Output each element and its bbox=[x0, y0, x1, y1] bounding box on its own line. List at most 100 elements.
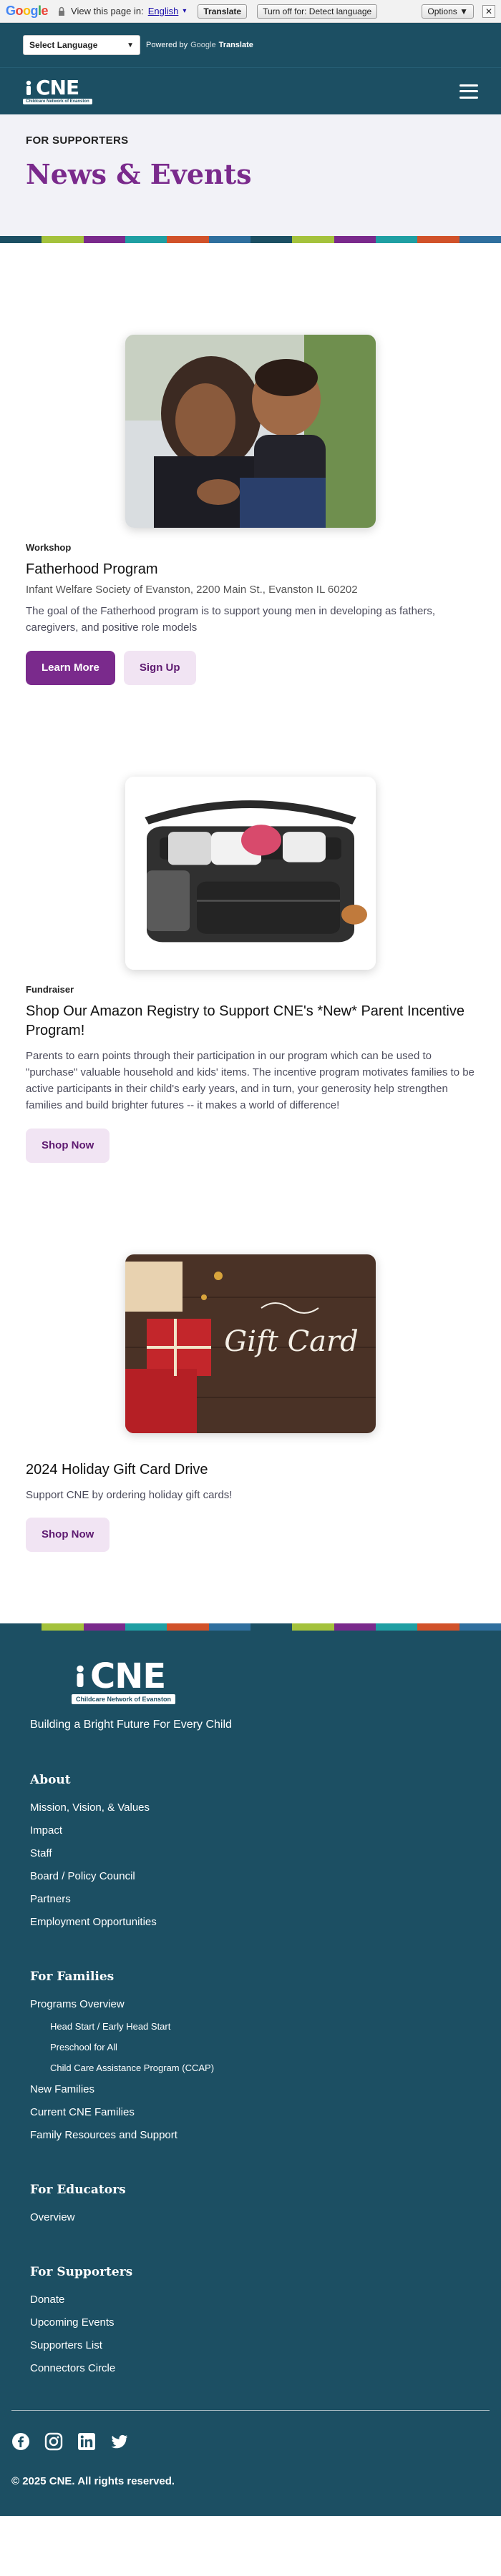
language-select-value: Select Language bbox=[29, 40, 98, 50]
stripe-segment bbox=[0, 236, 42, 243]
footer-sublink[interactable]: Preschool for All bbox=[50, 2042, 471, 2053]
footer-link[interactable]: Partners bbox=[30, 1893, 471, 1905]
lock-icon bbox=[59, 6, 65, 16]
stripe-segment bbox=[208, 1623, 250, 1631]
logo-text: CNE bbox=[36, 76, 79, 99]
footer-link[interactable]: Family Resources and Support bbox=[30, 2129, 471, 2141]
stripe-segment bbox=[375, 236, 418, 243]
stripe-segment bbox=[375, 1623, 418, 1631]
stripe-segment bbox=[292, 1623, 334, 1631]
site-footer: CNE Childcare Network of Evanston Buildi… bbox=[0, 1623, 501, 2516]
logo-subtitle: Childcare Network of Evanston bbox=[23, 99, 92, 104]
footer-logo[interactable]: CNE Childcare Network of Evanston bbox=[30, 1631, 471, 1704]
google-logo: Google bbox=[6, 4, 49, 18]
event-image-stroller-organizer bbox=[125, 776, 376, 970]
shop-now-button[interactable]: Shop Now bbox=[26, 1128, 110, 1163]
stripe-segment bbox=[459, 1623, 501, 1631]
chevron-down-icon: ▼ bbox=[127, 41, 134, 49]
stripe-segment bbox=[167, 1623, 209, 1631]
footer-link[interactable]: Mission, Vision, & Values bbox=[30, 1801, 471, 1814]
google-wordmark: Google bbox=[190, 41, 216, 49]
footer-sublink[interactable]: Child Care Assistance Program (CCAP) bbox=[50, 2063, 471, 2073]
event-card: Fundraiser Shop Our Amazon Registry to S… bbox=[26, 685, 475, 1163]
footer-link[interactable]: Programs Overview bbox=[30, 1998, 471, 2010]
child-figure-icon bbox=[77, 1665, 84, 1687]
footer-supporters: For Supporters Donate Upcoming Events Su… bbox=[30, 2265, 471, 2374]
stripe-segment bbox=[417, 236, 459, 243]
footer-link[interactable]: Connectors Circle bbox=[30, 2362, 471, 2374]
stripe-segment bbox=[334, 236, 376, 243]
stripe-segment bbox=[42, 236, 84, 243]
stripe-segment bbox=[334, 1623, 376, 1631]
learn-more-button[interactable]: Learn More bbox=[26, 650, 115, 685]
site-header: CNE Childcare Network of Evanston bbox=[0, 67, 501, 114]
shop-now-button[interactable]: Shop Now bbox=[26, 1517, 110, 1552]
turn-off-button[interactable]: Turn off for: Detect language bbox=[257, 4, 378, 19]
sign-up-button[interactable]: Sign Up bbox=[123, 650, 196, 685]
gift-card-text: Gift Card bbox=[224, 1325, 359, 1358]
footer-tagline: Building a Bright Future For Every Child bbox=[30, 1718, 232, 1731]
language-link[interactable]: English bbox=[148, 6, 179, 16]
stripe-segment bbox=[0, 1623, 42, 1631]
event-image-gift-card: Gift Card bbox=[125, 1254, 376, 1433]
view-page-text: View this page in: bbox=[71, 6, 144, 16]
footer-link[interactable]: Impact bbox=[30, 1824, 471, 1837]
twitter-icon[interactable] bbox=[110, 2432, 129, 2451]
stripe-segment bbox=[459, 236, 501, 243]
footer-link[interactable]: Current CNE Families bbox=[30, 2106, 471, 2118]
stripe-segment bbox=[250, 236, 293, 243]
footer-link[interactable]: New Families bbox=[30, 2083, 471, 2095]
footer-link[interactable]: Overview bbox=[30, 2211, 471, 2223]
stripe-segment bbox=[83, 236, 125, 243]
footer-link[interactable]: Staff bbox=[30, 1847, 471, 1859]
event-title: Fatherhood Program bbox=[26, 561, 158, 577]
event-type: Fundraiser bbox=[26, 983, 74, 995]
powered-by: Powered by Google Translate bbox=[146, 41, 253, 49]
footer-heading: For Supporters bbox=[30, 2264, 133, 2279]
footer-logo-text: CNE bbox=[90, 1656, 166, 1696]
facebook-icon[interactable] bbox=[11, 2432, 30, 2451]
copyright-text: © 2025 CNE. All rights reserved. bbox=[11, 2474, 175, 2487]
google-translate-bar: Google View this page in: English ▾ Tran… bbox=[0, 0, 501, 23]
stripe-segment bbox=[167, 236, 209, 243]
event-description: Parents to earn points through their par… bbox=[26, 1049, 475, 1112]
options-button[interactable]: Options ▼ bbox=[422, 4, 474, 19]
translate-button[interactable]: Translate bbox=[198, 4, 248, 19]
footer-sublink[interactable]: Head Start / Early Head Start bbox=[50, 2021, 471, 2032]
footer-educators: For Educators Overview bbox=[30, 2183, 471, 2223]
footer-heading: For Families bbox=[30, 1969, 115, 1984]
stripe-segment bbox=[125, 1623, 167, 1631]
cne-logo[interactable]: CNE Childcare Network of Evanston bbox=[23, 78, 92, 104]
footer-heading: About bbox=[30, 1772, 71, 1787]
event-title: Shop Our Amazon Registry to Support CNE'… bbox=[26, 1003, 464, 1038]
event-card: Gift Card 2024 Holiday Gift Card Drive S… bbox=[26, 1163, 475, 1552]
footer-link[interactable]: Supporters List bbox=[30, 2339, 471, 2351]
footer-link[interactable]: Board / Policy Council bbox=[30, 1870, 471, 1882]
footer-logo-subtitle: Childcare Network of Evanston bbox=[72, 1693, 176, 1704]
language-dropdown-icon[interactable]: ▾ bbox=[183, 7, 186, 15]
stripe-segment bbox=[125, 236, 167, 243]
stripe-segment bbox=[208, 236, 250, 243]
hamburger-menu-icon[interactable] bbox=[459, 84, 478, 99]
event-title: 2024 Holiday Gift Card Drive bbox=[26, 1461, 208, 1478]
linkedin-icon[interactable] bbox=[77, 2432, 96, 2451]
event-description: Support CNE by ordering holiday gift car… bbox=[26, 1488, 233, 1501]
stripe-segment bbox=[250, 1623, 293, 1631]
language-strip: Select Language ▼ Powered by Google Tran… bbox=[0, 23, 501, 67]
close-icon[interactable]: ✕ bbox=[482, 4, 495, 18]
color-stripe bbox=[0, 236, 501, 243]
footer-link[interactable]: Employment Opportunities bbox=[30, 1916, 471, 1928]
stripe-segment bbox=[417, 1623, 459, 1631]
footer-link[interactable]: Donate bbox=[30, 2294, 471, 2306]
stripe-segment bbox=[292, 236, 334, 243]
event-type: Workshop bbox=[26, 542, 72, 553]
instagram-icon[interactable] bbox=[44, 2432, 63, 2451]
events-list: Workshop Fatherhood Program Infant Welfa… bbox=[0, 243, 501, 1552]
color-stripe bbox=[0, 1623, 501, 1631]
social-links bbox=[0, 2411, 501, 2451]
page-eyebrow: FOR SUPPORTERS bbox=[26, 134, 129, 147]
footer-link[interactable]: Upcoming Events bbox=[30, 2316, 471, 2329]
event-card: Workshop Fatherhood Program Infant Welfa… bbox=[26, 243, 475, 685]
event-description: The goal of the Fatherhood program is to… bbox=[26, 605, 436, 634]
language-select[interactable]: Select Language ▼ bbox=[23, 35, 140, 55]
